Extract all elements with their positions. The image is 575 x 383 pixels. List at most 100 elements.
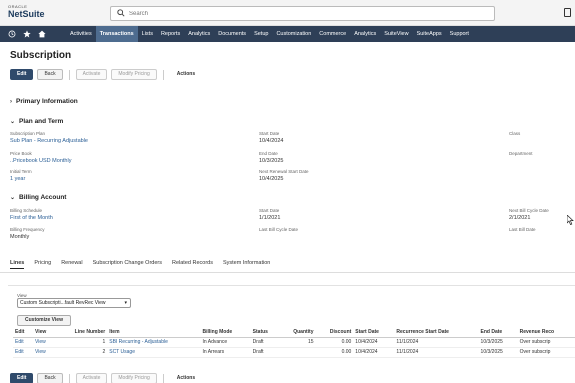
table-cell: 0.00	[315, 347, 354, 358]
tab-pricing[interactable]: Pricing	[34, 260, 51, 269]
field-label: Next Bill Cycle Date	[509, 208, 549, 213]
table-cell: 1	[55, 337, 108, 348]
price-book-link[interactable]: ..Pricebook USD Monthly	[10, 158, 71, 164]
home-icon[interactable]	[38, 30, 46, 38]
field-value: 10/4/2024	[259, 138, 284, 144]
field-label: Billing Schedule	[10, 208, 43, 213]
toolbar-divider	[68, 373, 70, 383]
edit-button[interactable]: Edit	[10, 69, 34, 80]
subscription-plan-link[interactable]: Sub Plan - Recurring Adjustable	[10, 138, 88, 144]
actions-menu[interactable]: Actions	[170, 373, 202, 383]
table-cell: 15	[279, 337, 316, 348]
column-header[interactable]: Revenue Reco	[517, 327, 575, 338]
chevron-down-icon: ▾	[124, 300, 127, 306]
initial-term-link[interactable]: 1 year	[10, 176, 32, 182]
search-input[interactable]	[129, 9, 479, 19]
column-header[interactable]: Item	[107, 327, 201, 338]
section-title: Primary Information	[16, 98, 78, 105]
tab-subscription-change-orders[interactable]: Subscription Change Orders	[93, 260, 162, 269]
nav-item-commerce[interactable]: Commerce	[315, 26, 350, 42]
tab-system-information[interactable]: System Information	[223, 260, 270, 269]
column-header[interactable]: Line Number	[55, 327, 108, 338]
nav-item-lists[interactable]: Lists	[138, 26, 157, 42]
view-link[interactable]: View	[33, 337, 56, 348]
toolbar-divider	[162, 373, 164, 383]
back-button[interactable]: Back	[37, 373, 63, 383]
field-label: Start Date	[259, 131, 280, 136]
column-header[interactable]: Edit	[13, 327, 34, 338]
search-icon	[117, 9, 125, 19]
modify-pricing-button[interactable]: Modify Pricing	[111, 373, 157, 383]
nav-item-activities[interactable]: Activities	[66, 26, 96, 42]
nav-item-suiteapps[interactable]: SuiteApps	[413, 26, 446, 42]
table-cell: 11/1/2024	[394, 337, 479, 348]
column-header[interactable]: Recurrence Start Date	[394, 327, 479, 338]
field-label: Last Bill Cycle Date	[259, 227, 299, 232]
column-header[interactable]: Quantity	[279, 327, 316, 338]
billing-start-date-field: Start Date 1/1/2021	[259, 208, 280, 221]
table-cell: 11/1/2024	[394, 347, 479, 358]
column-header[interactable]: Discount	[315, 327, 354, 338]
column-header[interactable]: Start Date	[353, 327, 395, 338]
section-primary-information[interactable]: › Primary Information	[10, 98, 78, 105]
history-icon[interactable]	[8, 30, 16, 38]
nav-item-analytics[interactable]: Analytics	[184, 26, 214, 42]
nav-item-setup[interactable]: Setup	[250, 26, 272, 42]
field-label: Next Renewal Start Date	[259, 169, 309, 174]
nav-item-reports[interactable]: Reports	[157, 26, 184, 42]
table-cell: 2	[55, 347, 108, 358]
edit-link[interactable]: Edit	[13, 347, 34, 358]
tab-related-records[interactable]: Related Records	[172, 260, 213, 269]
last-bill-cycle-field: Last Bill Cycle Date	[259, 227, 298, 232]
table-cell: Over subscrip	[517, 337, 575, 348]
modify-pricing-button[interactable]: Modify Pricing	[111, 69, 157, 80]
view-select[interactable]: Custom Subscripti...fault RevRec View ▾	[17, 298, 131, 308]
tab-divider	[0, 272, 575, 273]
nav-item-customization[interactable]: Customization	[272, 26, 315, 42]
table-cell: 10/4/2024	[353, 337, 395, 348]
column-header[interactable]: Billing Mode	[200, 327, 251, 338]
column-header[interactable]: View	[33, 327, 56, 338]
table-cell: Draft	[250, 347, 280, 358]
view-link[interactable]: View	[33, 347, 56, 358]
customize-view-button[interactable]: Customize View	[17, 315, 71, 326]
last-bill-date-field: Last Bill Date	[509, 227, 536, 232]
table-cell: Over subscrip	[517, 347, 575, 358]
activate-button[interactable]: Activate	[75, 69, 108, 80]
column-header[interactable]: Status	[250, 327, 280, 338]
section-billing-account[interactable]: ⌄ Billing Account	[10, 194, 66, 201]
page-title: Subscription	[10, 50, 72, 61]
end-date-field: End Date 10/3/2025	[259, 151, 283, 164]
edit-button[interactable]: Edit	[10, 373, 34, 383]
nav-icons	[0, 30, 66, 38]
star-icon[interactable]	[23, 30, 31, 38]
table-body: Edit View 1 SBI Recurring - Adjustable In Ad…	[13, 337, 575, 358]
nav-item-analytics[interactable]: Analytics	[350, 26, 380, 42]
item-link[interactable]: SCT Usage	[107, 347, 201, 358]
field-value: 10/4/2025	[259, 176, 284, 182]
global-search[interactable]	[110, 6, 495, 21]
billing-schedule-link[interactable]: First of the Month	[10, 215, 53, 221]
activate-button[interactable]: Activate	[75, 373, 108, 383]
next-bill-cycle-field: Next Bill Cycle Date 2/1/2021	[509, 208, 549, 221]
nav-item-transactions[interactable]: Transactions	[95, 26, 138, 42]
section-plan-and-term[interactable]: ⌄ Plan and Term	[10, 118, 63, 125]
logo-product: NetSuite	[8, 9, 45, 19]
column-header[interactable]: End Date	[478, 327, 518, 338]
field-label: Subscription Plan	[10, 131, 46, 136]
billing-schedule-field: Billing Schedule First of the Month	[10, 208, 53, 221]
tab-renewal[interactable]: Renewal	[61, 260, 82, 269]
nav-item-support[interactable]: Support	[446, 26, 473, 42]
edit-link[interactable]: Edit	[13, 337, 34, 348]
nav-item-documents[interactable]: Documents	[214, 26, 250, 42]
nav-item-suiteview[interactable]: SuiteView	[380, 26, 412, 42]
chevron-down-icon: ⌄	[10, 119, 16, 125]
actions-menu[interactable]: Actions	[170, 69, 202, 80]
item-link[interactable]: SBI Recurring - Adjustable	[107, 337, 201, 348]
price-book-field: Price Book ..Pricebook USD Monthly	[10, 151, 71, 164]
back-button[interactable]: Back	[37, 69, 63, 80]
tab-lines[interactable]: Lines	[10, 260, 25, 269]
netsuite-logo[interactable]: ORACLE NetSuite	[8, 5, 45, 19]
subtabs: Lines Pricing Renewal Subscription Change O…	[10, 260, 270, 269]
document-icon[interactable]	[564, 8, 571, 17]
